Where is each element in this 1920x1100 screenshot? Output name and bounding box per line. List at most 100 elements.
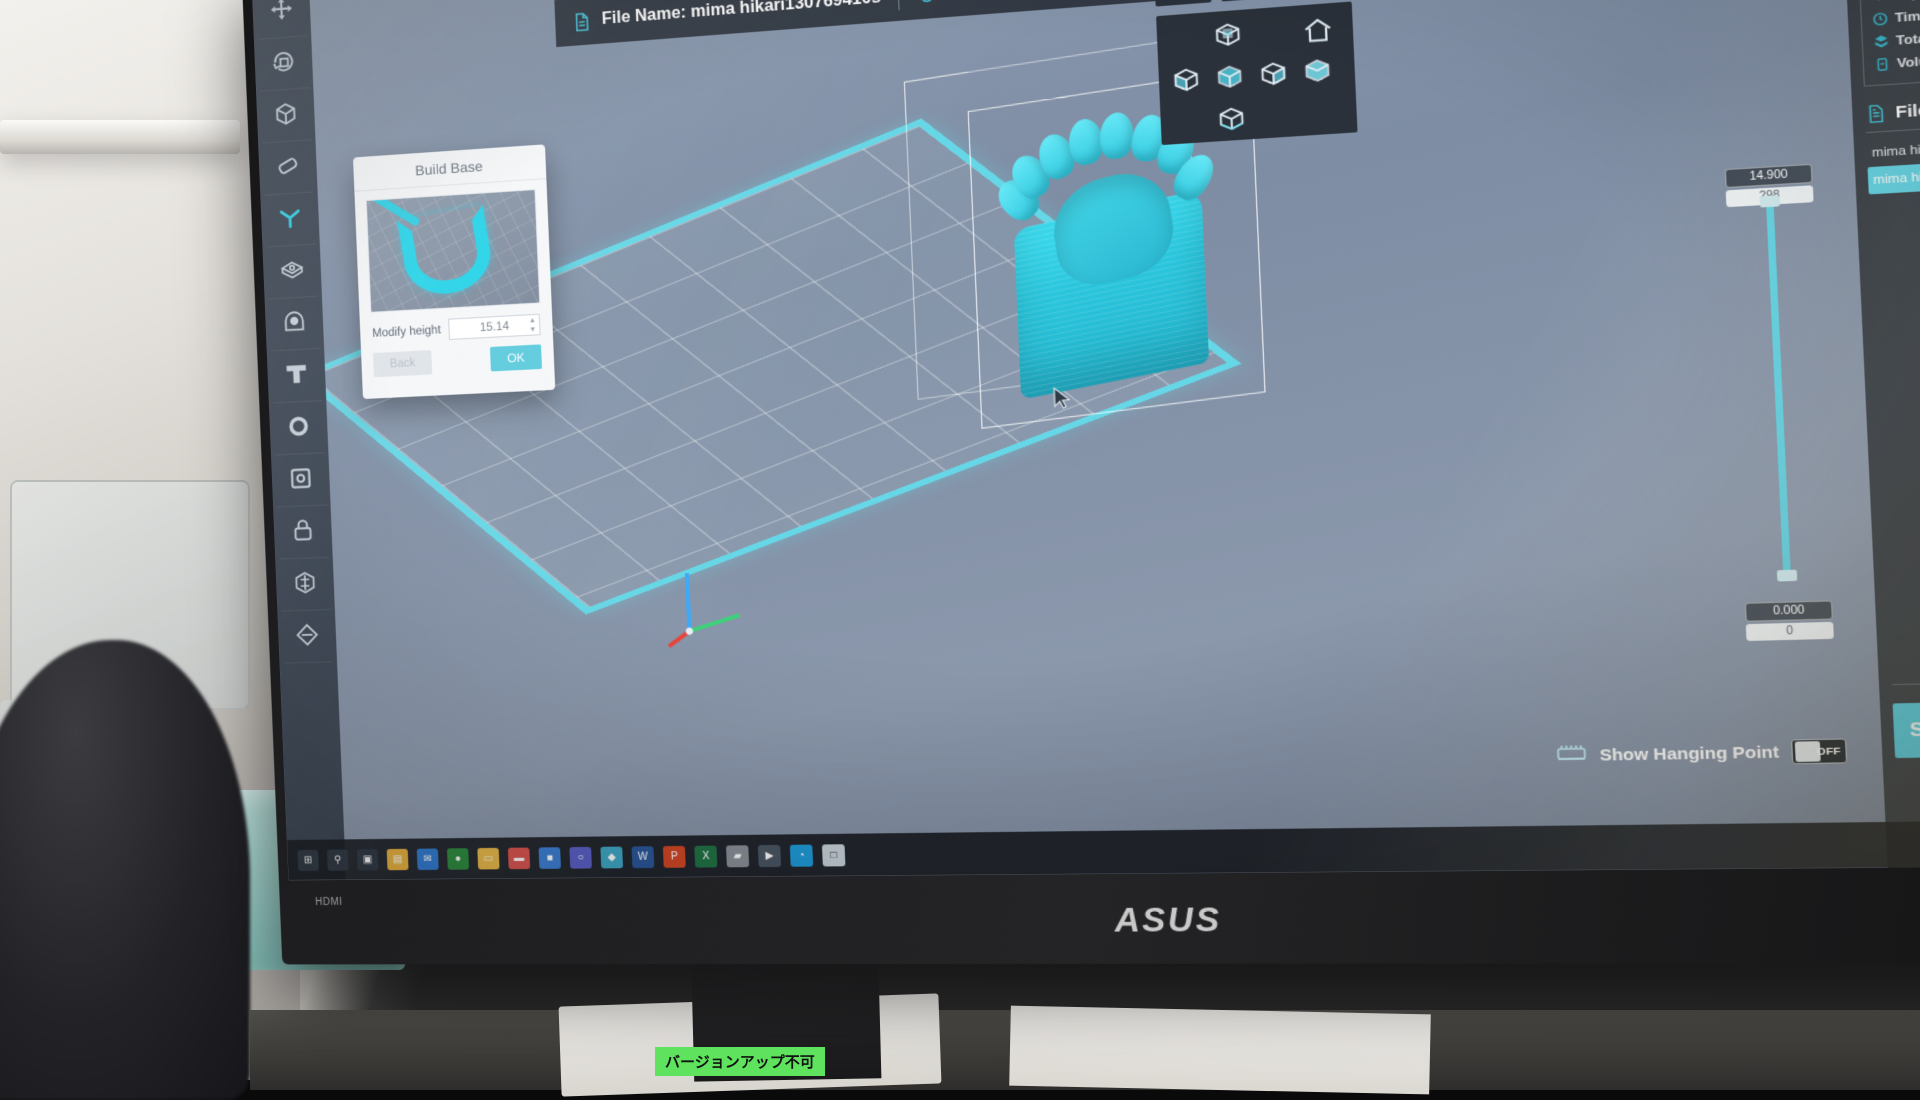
layer-slider-handle-bottom[interactable]	[1777, 570, 1798, 582]
file-list-icon	[1865, 103, 1887, 124]
shell-tool[interactable]	[282, 610, 333, 664]
document-icon	[571, 11, 591, 32]
search-icon[interactable]: ⚲	[327, 849, 349, 870]
model-palate	[1047, 162, 1179, 295]
mail-icon[interactable]: ✉	[417, 848, 439, 870]
photos-icon[interactable]: ▰	[726, 845, 749, 867]
explorer-icon[interactable]: ▤	[387, 848, 409, 869]
single-para-slice-button[interactable]: Single para slice	[1893, 699, 1920, 758]
ok-button[interactable]: OK	[490, 344, 542, 371]
support-tree-icon	[277, 204, 304, 235]
volume-key: Volume	[1897, 53, 1920, 70]
printer-info-box: Printer Sonic XL 4K 2022 Path C:\Users\c…	[1855, 0, 1920, 86]
move-tool[interactable]	[256, 0, 307, 40]
build-base-preview	[366, 189, 541, 313]
droplet-icon	[916, 0, 938, 5]
total-layers-key: Total Layers	[1896, 28, 1920, 48]
support-tool[interactable]	[265, 192, 316, 247]
layer-slider-track[interactable]	[1766, 195, 1791, 581]
base-t-icon	[283, 360, 310, 390]
taskview-icon[interactable]: ▣	[357, 849, 379, 870]
resin-volume-label: Resin Vol: 10.00 ml	[948, 0, 1109, 2]
back-button[interactable]: Back	[373, 350, 432, 377]
start-icon[interactable]: ⊞	[297, 849, 319, 870]
square-frame-icon	[287, 465, 314, 495]
lock-tool[interactable]	[277, 505, 328, 559]
hollow-tool[interactable]	[267, 244, 318, 299]
slice-section-divider	[1892, 678, 1920, 685]
show-hanging-point-control[interactable]: Show Hanging Point OFF	[1556, 738, 1848, 768]
layer-height-key: Layer Height	[1893, 0, 1920, 2]
dig-hole-tool[interactable]	[269, 297, 320, 352]
media-icon[interactable]: ▶	[758, 844, 781, 866]
view-top-button[interactable]	[1211, 18, 1244, 51]
store-icon[interactable]: ■	[539, 847, 561, 869]
axis-gizmo	[659, 556, 760, 654]
build-base-dialog[interactable]: Build Base Modify height 15.14 ▲▼	[353, 144, 555, 399]
active-app-icon[interactable]: □	[822, 844, 846, 866]
dental-model[interactable]	[985, 103, 1246, 417]
rotate-axes-icon	[270, 48, 297, 79]
build-base-tool[interactable]	[271, 349, 322, 404]
scale-cube-icon	[272, 100, 299, 131]
arch-hole-icon	[281, 308, 308, 338]
view-right-button[interactable]	[1257, 57, 1291, 90]
modify-height-value: 15.14	[480, 320, 510, 334]
rotate-tool[interactable]	[258, 36, 309, 92]
layer-bottom-index[interactable]: 0	[1746, 622, 1834, 641]
slicer-application: File Name: mima hikari130769410s Resin V…	[252, 0, 1920, 880]
filebar-divider	[898, 0, 900, 10]
lock-icon	[290, 517, 317, 547]
layer-slider[interactable]: 14.900 298 0.000 0	[1708, 166, 1866, 612]
orientation-cube-panel[interactable]	[1156, 1, 1357, 145]
screen-area: File Name: mima hikari130769410s Resin V…	[252, 0, 1920, 880]
layer-slider-bottom-readout: 0.000 0	[1745, 600, 1834, 641]
file-list-title: File List	[1895, 98, 1920, 122]
asus-brand-logo: ASUS	[1114, 901, 1223, 940]
view-back-button[interactable]	[1300, 54, 1334, 87]
monitor-bezel: HDMI ASUS	[242, 0, 1920, 964]
hollow-block-icon	[279, 256, 306, 287]
chitubox-icon[interactable]: ◆	[600, 846, 623, 868]
drill-tool[interactable]	[273, 401, 324, 455]
clock-icon	[1872, 11, 1895, 27]
hanging-point-label: Show Hanging Point	[1599, 742, 1779, 764]
layer-top-height: 14.900	[1725, 164, 1813, 188]
excel-icon[interactable]: X	[694, 845, 717, 867]
hanging-point-toggle[interactable]: OFF	[1791, 738, 1847, 764]
file-name-label: File Name: mima hikari130769410s	[601, 0, 881, 29]
diamond-icon	[294, 621, 321, 651]
powerpoint-icon[interactable]: P	[663, 845, 686, 867]
modify-height-label: Modify height	[372, 324, 441, 340]
layers-icon	[1871, 0, 1894, 4]
mirror-plane-icon	[275, 152, 302, 183]
view-front-button[interactable]	[1213, 60, 1246, 92]
texture-tool[interactable]	[275, 453, 326, 507]
slice-action-bar: Single para slice ▲	[1893, 698, 1920, 758]
file-list-header: File List Select All	[1865, 87, 1920, 124]
hdmi-port-label: HDMI	[315, 897, 343, 908]
view-bottom-button[interactable]	[1215, 103, 1248, 135]
word-icon[interactable]: W	[632, 846, 655, 868]
teams-icon[interactable]: ○	[569, 846, 592, 868]
folder-icon[interactable]: ▭	[477, 847, 499, 869]
ring-hole-icon	[285, 413, 312, 443]
layer-bottom-height: 0.000	[1745, 600, 1833, 622]
mirror-tool[interactable]	[262, 140, 313, 195]
notes-icon[interactable]: ▬	[508, 847, 530, 869]
chrome-icon[interactable]: ●	[447, 848, 469, 870]
view-left-button[interactable]	[1170, 64, 1203, 96]
toggle-state-label: OFF	[1816, 745, 1840, 758]
volume-icon	[1874, 56, 1897, 72]
notification-badge[interactable]: バージョンアップ不可	[655, 1047, 825, 1076]
edge-icon[interactable]: ◔	[790, 844, 813, 866]
layer-slider-handle-top[interactable]	[1760, 195, 1780, 207]
asus-monitor: HDMI ASUS	[0, 0, 1920, 1080]
time-key: Time	[1895, 9, 1920, 25]
spinner-arrows-icon[interactable]: ▲▼	[529, 316, 537, 335]
hanging-point-icon	[1556, 744, 1588, 767]
mesh-hex-icon	[292, 569, 319, 599]
mesh-tool[interactable]	[279, 558, 330, 612]
view-home-button[interactable]	[1301, 14, 1335, 47]
scale-tool[interactable]	[260, 88, 311, 144]
